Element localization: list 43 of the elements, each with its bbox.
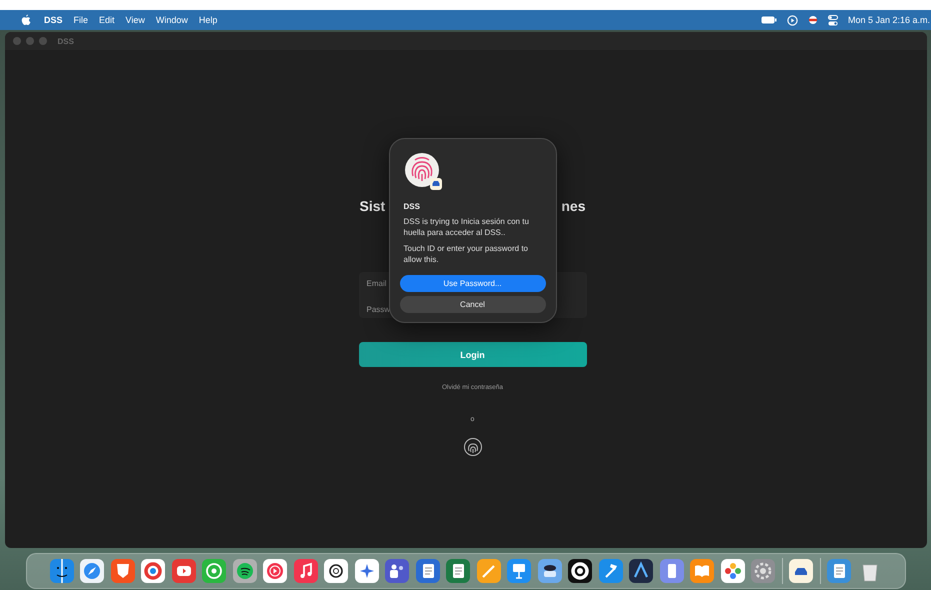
play-circle-icon[interactable] bbox=[786, 14, 798, 26]
dialog-hint: Touch ID or enter your password to allow this. bbox=[404, 244, 530, 265]
notes-document-icon[interactable] bbox=[827, 559, 851, 583]
ring-icon[interactable] bbox=[141, 559, 165, 583]
smiling-face-icon[interactable] bbox=[50, 559, 74, 583]
menu-item[interactable]: Help bbox=[198, 15, 218, 25]
heading-text: Sist bbox=[360, 198, 386, 214]
field-label: Email bbox=[366, 279, 387, 288]
menu-item[interactable]: View bbox=[126, 15, 145, 25]
field-label: Passw bbox=[366, 305, 390, 314]
music-note-icon[interactable] bbox=[294, 559, 318, 583]
fingerprint-icon[interactable] bbox=[462, 437, 482, 457]
fingerprint-icon bbox=[404, 152, 444, 192]
spreadsheet-icon[interactable] bbox=[446, 559, 470, 583]
lectern-icon[interactable] bbox=[507, 559, 531, 583]
window-title: DSS bbox=[58, 36, 74, 46]
clock[interactable]: Mon 5 Jan 2:16 a.m. bbox=[848, 15, 930, 25]
flag-icon[interactable] bbox=[808, 15, 818, 25]
phone-screen-icon[interactable] bbox=[660, 559, 684, 583]
dialog-message: DSS is trying to Inicia sesión con tu huella para acceder al DSS.. bbox=[404, 217, 530, 238]
people-icon[interactable] bbox=[385, 559, 409, 583]
toggles-icon[interactable] bbox=[828, 14, 838, 26]
use-password-button[interactable]: Use Password... bbox=[400, 275, 546, 292]
login-button[interactable]: Login bbox=[358, 342, 586, 367]
flower-icon[interactable] bbox=[720, 559, 744, 583]
play-icon[interactable] bbox=[172, 559, 196, 583]
compass-icon[interactable] bbox=[80, 559, 104, 583]
menu-item[interactable]: Edit bbox=[99, 15, 115, 25]
apple-icon[interactable] bbox=[21, 14, 31, 26]
pencil-icon[interactable] bbox=[476, 559, 500, 583]
app-menu[interactable]: DSS bbox=[44, 15, 63, 25]
book-icon[interactable] bbox=[690, 559, 714, 583]
document-icon[interactable] bbox=[416, 559, 440, 583]
hammer-icon[interactable] bbox=[598, 559, 622, 583]
cancel-button[interactable]: Cancel bbox=[400, 296, 546, 313]
battery-icon[interactable] bbox=[760, 16, 777, 24]
menu-item[interactable]: Window bbox=[156, 15, 188, 25]
heading-text: nes bbox=[561, 198, 586, 214]
menu-item[interactable]: File bbox=[74, 15, 88, 25]
dialog-app-name: DSS bbox=[404, 202, 421, 211]
sparkle-icon[interactable] bbox=[354, 559, 378, 583]
chevron-icon[interactable] bbox=[629, 559, 653, 583]
sound-waves-icon[interactable] bbox=[232, 559, 256, 583]
